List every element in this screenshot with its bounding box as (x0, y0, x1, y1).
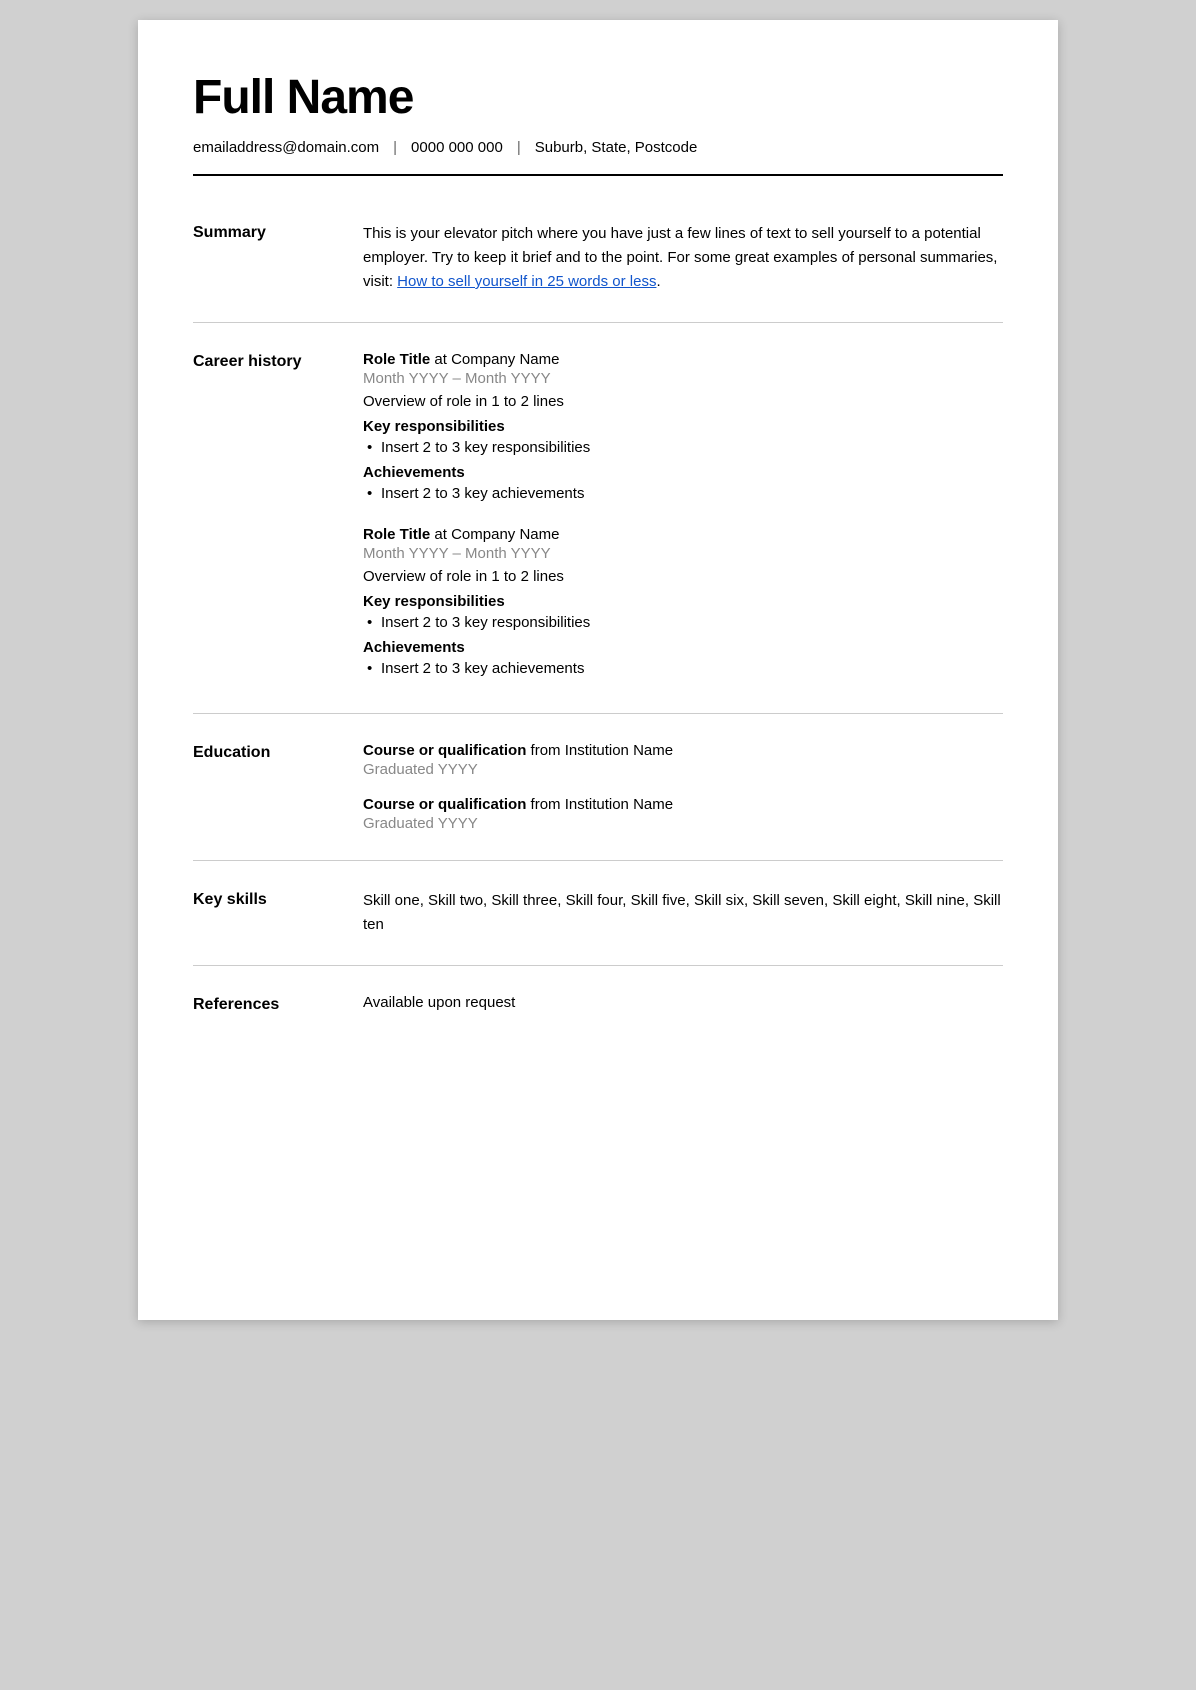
references-text: Available upon request (363, 994, 1003, 1011)
header-rule (193, 174, 1003, 176)
separator-2: | (517, 139, 521, 156)
resume-page: Full Name emailaddress@domain.com | 0000… (138, 20, 1058, 1320)
references-section: References Available upon request (193, 966, 1003, 1042)
achievements-list-2: Insert 2 to 3 key achievements (363, 660, 1003, 677)
job-company-2: at Company Name (430, 526, 559, 543)
key-skills-section: Key skills Skill one, Skill two, Skill t… (193, 861, 1003, 966)
summary-text-after: . (656, 273, 660, 290)
achievements-label-2: Achievements (363, 639, 1003, 656)
references-label: References (193, 994, 363, 1014)
summary-text: This is your elevator pitch where you ha… (363, 222, 1003, 294)
email: emailaddress@domain.com (193, 139, 379, 156)
references-content: Available upon request (363, 994, 1003, 1014)
education-section: Education Course or qualification from I… (193, 714, 1003, 861)
edu-entry-2: Course or qualification from Institution… (363, 796, 1003, 832)
summary-label: Summary (193, 222, 363, 294)
responsibilities-label-2: Key responsibilities (363, 593, 1003, 610)
contact-info: emailaddress@domain.com | 0000 000 000 |… (193, 139, 1003, 156)
edu-qualification-2: Course or qualification (363, 796, 526, 813)
job-title-1: Role Title (363, 351, 430, 368)
edu-dates-2: Graduated YYYY (363, 815, 1003, 832)
achievements-list-1: Insert 2 to 3 key achievements (363, 485, 1003, 502)
full-name: Full Name (193, 70, 1003, 125)
summary-section: Summary This is your elevator pitch wher… (193, 194, 1003, 323)
job-entry-2: Role Title at Company Name Month YYYY – … (363, 526, 1003, 677)
job-entry-1: Role Title at Company Name Month YYYY – … (363, 351, 1003, 502)
skills-text: Skill one, Skill two, Skill three, Skill… (363, 889, 1003, 937)
achievements-label-1: Achievements (363, 464, 1003, 481)
job-dates-1: Month YYYY – Month YYYY (363, 370, 1003, 387)
key-skills-label: Key skills (193, 889, 363, 937)
career-history-section: Career history Role Title at Company Nam… (193, 323, 1003, 714)
job-title-line-2: Role Title at Company Name (363, 526, 1003, 543)
separator-1: | (393, 139, 397, 156)
list-item: Insert 2 to 3 key achievements (363, 660, 1003, 677)
edu-institution-2: from Institution Name (526, 796, 673, 813)
list-item: Insert 2 to 3 key responsibilities (363, 614, 1003, 631)
job-title-2: Role Title (363, 526, 430, 543)
edu-entry-1: Course or qualification from Institution… (363, 742, 1003, 778)
summary-link[interactable]: How to sell yourself in 25 words or less (397, 273, 656, 290)
job-company-1: at Company Name (430, 351, 559, 368)
header-section: Full Name emailaddress@domain.com | 0000… (193, 70, 1003, 176)
edu-dates-1: Graduated YYYY (363, 761, 1003, 778)
job-dates-2: Month YYYY – Month YYYY (363, 545, 1003, 562)
responsibilities-list-1: Insert 2 to 3 key responsibilities (363, 439, 1003, 456)
edu-qualification-1: Course or qualification (363, 742, 526, 759)
career-history-content: Role Title at Company Name Month YYYY – … (363, 351, 1003, 685)
education-content: Course or qualification from Institution… (363, 742, 1003, 832)
list-item: Insert 2 to 3 key responsibilities (363, 439, 1003, 456)
edu-institution-1: from Institution Name (526, 742, 673, 759)
edu-title-line-1: Course or qualification from Institution… (363, 742, 1003, 759)
job-overview-2: Overview of role in 1 to 2 lines (363, 568, 1003, 585)
job-overview-1: Overview of role in 1 to 2 lines (363, 393, 1003, 410)
education-label: Education (193, 742, 363, 832)
list-item: Insert 2 to 3 key achievements (363, 485, 1003, 502)
job-title-line-1: Role Title at Company Name (363, 351, 1003, 368)
summary-content: This is your elevator pitch where you ha… (363, 222, 1003, 294)
responsibilities-label-1: Key responsibilities (363, 418, 1003, 435)
responsibilities-list-2: Insert 2 to 3 key responsibilities (363, 614, 1003, 631)
location: Suburb, State, Postcode (535, 139, 698, 156)
phone: 0000 000 000 (411, 139, 503, 156)
edu-title-line-2: Course or qualification from Institution… (363, 796, 1003, 813)
key-skills-content: Skill one, Skill two, Skill three, Skill… (363, 889, 1003, 937)
career-history-label: Career history (193, 351, 363, 685)
